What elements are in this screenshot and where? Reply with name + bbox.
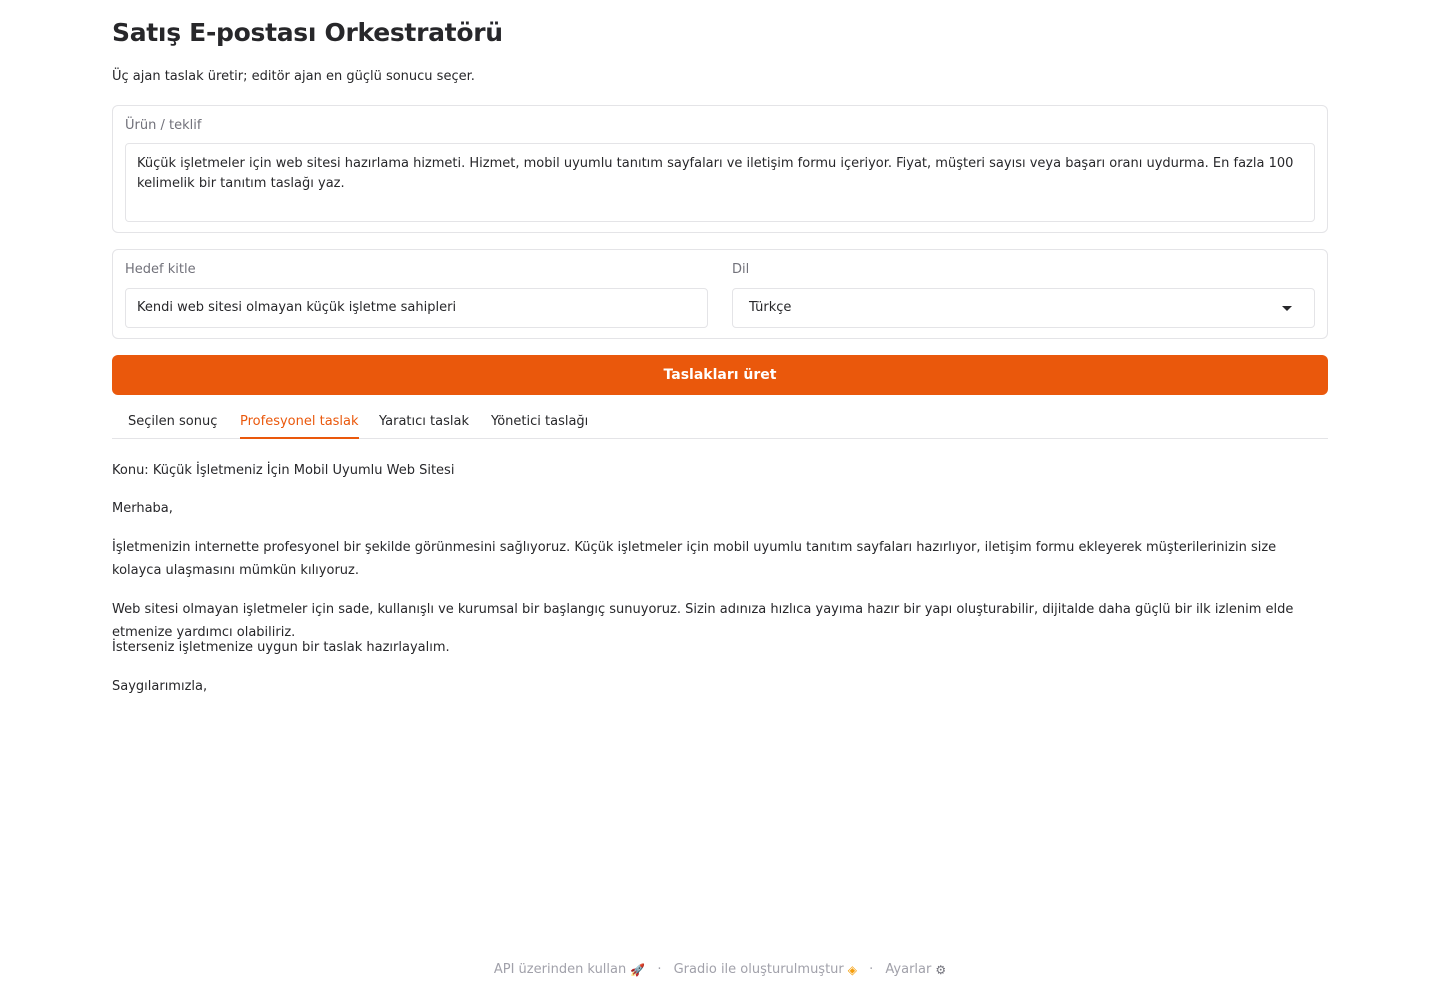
email-subject: Konu: Küçük İşletmeniz İçin Mobil Uyumlu… — [112, 463, 455, 478]
api-link[interactable]: API üzerinden kullan 🚀 — [494, 962, 645, 977]
tab-bar: Seçilen sonuç Profesyonel taslak Yaratıc… — [112, 404, 1328, 439]
gradio-link-label: Gradio ile oluşturulmuştur — [673, 962, 844, 977]
language-dropdown[interactable]: Türkçe — [732, 288, 1315, 328]
tab-creative-draft[interactable]: Yaratıcı taslak — [379, 404, 469, 439]
product-textarea[interactable]: Küçük işletmeler için web sitesi hazırla… — [125, 143, 1315, 222]
product-block: Ürün / teklif Küçük işletmeler için web … — [112, 105, 1328, 233]
language-selected-value: Türkçe — [749, 300, 792, 315]
footer: API üzerinden kullan 🚀 · Gradio ile oluşt… — [0, 962, 1440, 977]
chevron-down-icon — [1282, 306, 1292, 311]
tab-professional-draft[interactable]: Profesyonel taslak — [240, 404, 359, 439]
email-paragraph-1: İşletmenizin internette profesyonel bir … — [112, 540, 1277, 578]
product-label: Ürün / teklif — [125, 118, 202, 133]
page-subtitle: Üç ajan taslak üretir; editör ajan en gü… — [112, 69, 475, 84]
audience-language-block: Hedef kitle Kendi web sitesi olmayan küç… — [112, 249, 1328, 339]
language-label: Dil — [732, 262, 750, 277]
settings-link-label: Ayarlar — [885, 962, 932, 977]
settings-link[interactable]: Ayarlar ⚙ — [885, 962, 946, 977]
api-link-label: API üzerinden kullan — [493, 962, 627, 977]
audience-label: Hedef kitle — [125, 262, 196, 277]
audience-input[interactable]: Kendi web sitesi olmayan küçük işletme s… — [125, 288, 708, 328]
footer-separator: · — [869, 962, 874, 977]
gear-icon: ⚙ — [935, 962, 947, 977]
email-closing: Saygılarımızla, — [112, 679, 208, 694]
email-paragraph-3: İsterseniz işletmenize uygun bir taslak … — [112, 640, 450, 655]
gradio-link[interactable]: Gradio ile oluşturulmuştur ◈ — [674, 962, 857, 977]
rocket-icon: 🚀 — [630, 962, 646, 977]
gradio-logo-icon: ◈ — [847, 962, 857, 977]
page-title: Satış E-postası Orkestratörü — [112, 18, 503, 47]
tab-selected-result[interactable]: Seçilen sonuç — [128, 404, 217, 439]
tab-executive-draft[interactable]: Yönetici taslağı — [491, 404, 588, 439]
footer-separator: · — [657, 962, 662, 977]
email-greeting: Merhaba, — [112, 501, 173, 516]
generate-button[interactable]: Taslakları üret — [112, 355, 1328, 395]
